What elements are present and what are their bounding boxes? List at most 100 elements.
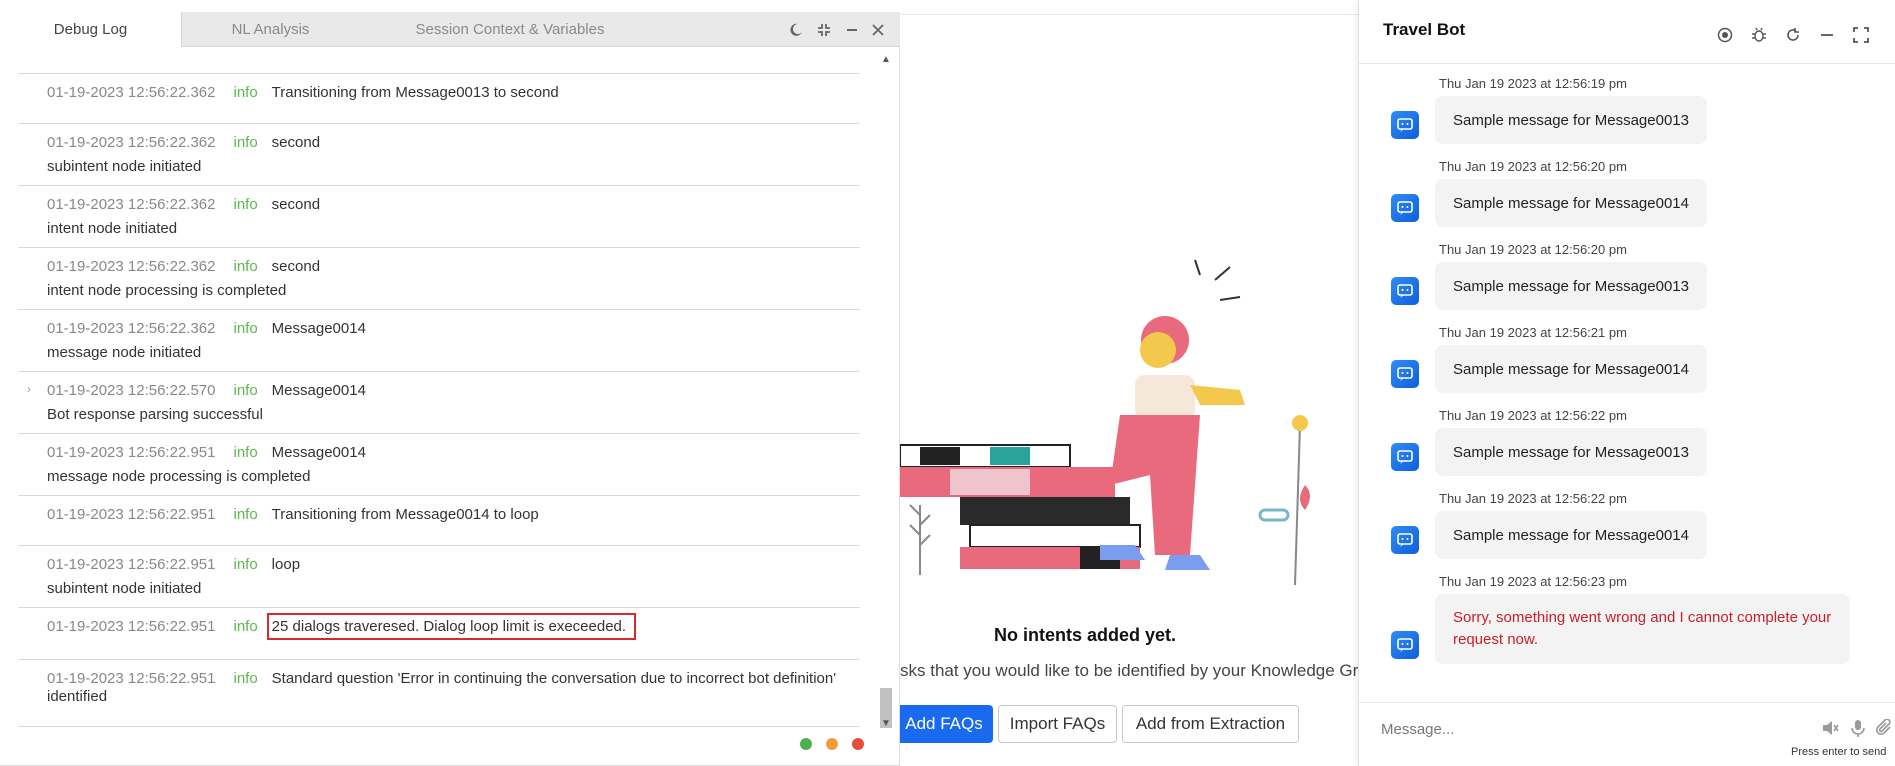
log-level: info [233,134,258,151]
expand-icon[interactable] [1850,24,1872,46]
log-message: Transitioning from Message0014 to loop [271,506,539,523]
tab-session-context[interactable]: Session Context & Variables [380,12,640,47]
log-message: Transitioning from Message0013 to second [271,84,559,101]
scroll-up-icon[interactable]: ▲ [881,54,891,65]
log-row[interactable]: 01-19-2023 12:56:22.951 info Message0014 m… [18,434,860,496]
message-timestamp: Thu Jan 19 2023 at 12:56:20 pm [1439,242,1627,257]
log-level: info [233,670,258,687]
tab-debug-log[interactable]: Debug Log [0,12,182,47]
log-detail: intent node initiated [47,220,178,237]
bot-avatar-icon [1391,631,1419,659]
minimize-icon[interactable] [842,20,862,40]
log-timestamp: 01-19-2023 12:56:22.362 [47,258,216,275]
log-row[interactable]: 01-19-2023 12:56:22.951 info 25 dialogs tr… [18,608,860,660]
log-timestamp: 01-19-2023 12:56:22.951 [47,444,216,461]
log-timestamp: 01-19-2023 12:56:22.362 [47,196,216,213]
debug-panel: Debug Log NL Analysis Session Context & … [0,12,900,766]
debug-log-list[interactable]: 01-19-2023 12:56:22.362 info Transitioning… [18,48,860,728]
message-timestamp: Thu Jan 19 2023 at 12:56:22 pm [1439,491,1627,506]
log-row[interactable]: 01-19-2023 12:56:22.951 info Standard ques… [18,660,860,727]
bot-message: Sample message for Message0013 [1435,428,1707,476]
empty-state-description: sks that you would like to be identified… [900,661,1359,680]
log-detail: subintent node initiated [47,158,202,175]
log-timestamp: 01-19-2023 12:56:22.362 [47,84,216,101]
scroll-down-icon[interactable]: ▼ [881,718,891,729]
refresh-icon[interactable] [1782,24,1804,46]
log-row[interactable]: 01-19-2023 12:56:22.362 info Message0014 m… [18,310,860,372]
status-dot-green [800,738,812,750]
status-dot-orange [826,738,838,750]
bot-message: Sample message for Message0014 [1435,179,1707,227]
add-faqs-button[interactable]: Add FAQs [895,705,993,743]
log-row[interactable]: 01-19-2023 12:56:22.362 info second subint… [18,124,860,186]
chat-messages[interactable]: Thu Jan 19 2023 at 12:56:19 pm Sample me… [1359,64,1895,702]
add-from-extraction-button[interactable]: Add from Extraction [1122,705,1299,743]
send-hint: Press enter to send [1791,746,1887,758]
status-dot-red [852,738,864,750]
bot-message: Sample message for Message0013 [1435,96,1707,144]
log-row[interactable]: 01-19-2023 12:56:22.362 info Transitioning… [18,74,860,124]
debug-tab-bar: Debug Log NL Analysis Session Context & … [0,12,900,47]
log-detail: intent node processing is completed [47,282,287,299]
record-icon[interactable] [1714,24,1736,46]
attachment-icon[interactable] [1875,718,1893,742]
log-level: info [233,196,258,213]
bot-avatar-icon [1391,443,1419,471]
log-detail: Bot response parsing successful [47,406,263,423]
log-level: info [233,382,258,399]
log-row-partial [18,48,860,74]
log-level: info [233,506,258,523]
collapse-icon[interactable] [814,20,834,40]
log-level: info [233,84,258,101]
page-divider [900,14,1360,15]
expand-chevron-icon[interactable]: › [27,382,31,396]
chat-widget: Travel Bot Thu Jan 19 2023 at 12:56:19 p… [1358,0,1895,766]
minimize-icon[interactable] [1816,24,1838,46]
bot-message: Sample message for Message0014 [1435,345,1707,393]
bot-avatar-icon [1391,360,1419,388]
log-timestamp: 01-19-2023 12:56:22.951 [47,670,216,687]
speaker-mute-icon[interactable] [1821,719,1839,742]
bot-error-message: Sorry, something went wrong and I cannot… [1435,594,1850,664]
close-icon[interactable] [868,20,888,40]
bot-avatar-icon [1391,277,1419,305]
log-detail: identified [47,688,108,705]
log-timestamp: 01-19-2023 12:56:22.362 [47,320,216,337]
empty-state-illustration [900,259,1310,586]
log-level: info [233,556,258,573]
log-row[interactable]: 01-19-2023 12:56:22.362 info second intent… [18,186,860,248]
log-level: info [233,320,258,337]
log-message: Message0014 [271,382,366,399]
log-message: second [271,134,321,151]
log-timestamp: 01-19-2023 12:56:22.951 [47,618,216,635]
log-timestamp: 01-19-2023 12:56:22.570 [47,382,216,399]
log-row[interactable]: 01-19-2023 12:56:22.951 info Transitioning… [18,496,860,546]
message-input[interactable]: Message... [1381,721,1454,738]
message-timestamp: Thu Jan 19 2023 at 12:56:22 pm [1439,408,1627,423]
log-message: Standard question 'Error in continuing t… [271,670,837,687]
log-scrollbar[interactable]: ▲ ▼ [878,52,894,732]
message-timestamp: Thu Jan 19 2023 at 12:56:20 pm [1439,159,1627,174]
tab-nl-analysis[interactable]: NL Analysis [183,12,358,47]
log-level: info [233,618,258,635]
log-message: Message0014 [271,444,366,461]
log-timestamp: 01-19-2023 12:56:22.362 [47,134,216,151]
log-row[interactable]: 01-19-2023 12:56:22.362 info second intent… [18,248,860,310]
log-message: second [271,196,321,213]
log-timestamp: 01-19-2023 12:56:22.951 [47,556,216,573]
log-row[interactable]: 01-19-2023 12:56:22.951 info loop subinten… [18,546,860,608]
log-detail: message node initiated [47,344,202,361]
bot-message: Sample message for Message0014 [1435,511,1707,559]
bot-avatar-icon [1391,526,1419,554]
microphone-icon[interactable] [1849,719,1867,742]
bot-avatar-icon [1391,194,1419,222]
import-faqs-button[interactable]: Import FAQs [998,705,1117,743]
log-timestamp: 01-19-2023 12:56:22.951 [47,506,216,523]
log-row[interactable]: › 01-19-2023 12:56:22.570 info Message0014… [18,372,860,434]
bug-icon[interactable] [1748,24,1770,46]
log-message: loop [271,556,301,573]
log-message-highlighted: 25 dialogs traveresed. Dialog loop limit… [266,613,637,640]
log-detail: subintent node initiated [47,580,202,597]
message-timestamp: Thu Jan 19 2023 at 12:56:21 pm [1439,325,1627,340]
dark-mode-icon[interactable] [786,20,806,40]
